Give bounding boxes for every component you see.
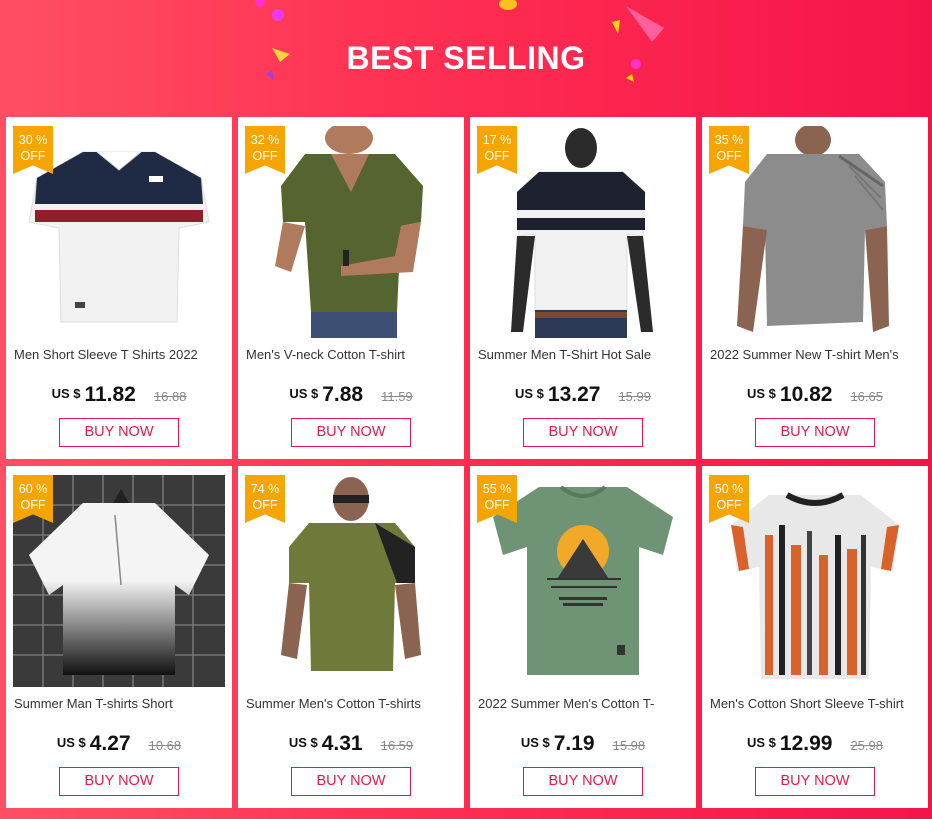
product-card[interactable]: 30 % OFF Men Short Sleeve T Shirts 2022 U… [6, 117, 232, 459]
product-name[interactable]: 2022 Summer New T-shirt Men's [710, 347, 922, 362]
buy-now-button[interactable]: BUY NOW [523, 418, 643, 447]
currency-label: US $ [289, 386, 319, 401]
product-name[interactable]: Men's V-neck Cotton T-shirt [246, 347, 458, 362]
product-name[interactable]: 2022 Summer Men's Cotton T- [478, 696, 690, 711]
buy-now-button[interactable]: BUY NOW [291, 418, 411, 447]
currency-label: US $ [51, 386, 81, 401]
price: 7.19 [553, 732, 595, 755]
old-price: 11.59 [381, 389, 413, 404]
old-price: 16.65 [850, 389, 883, 404]
currency-label: US $ [514, 386, 544, 401]
page-title: BEST SELLING [346, 40, 586, 76]
currency-label: US $ [56, 735, 86, 750]
buy-now-button[interactable]: BUY NOW [291, 767, 411, 796]
product-name[interactable]: Summer Man T-shirts Short [14, 696, 226, 711]
product-card[interactable]: 32 % OFF Men's V-neck Cotton T-shirt US $… [238, 117, 464, 459]
product-name[interactable]: Summer Men's Cotton T-shirts [246, 696, 458, 711]
currency-label: US $ [746, 386, 776, 401]
product-card[interactable]: 35 % OFF 2022 Summer New T-shirt Men's US… [702, 117, 928, 459]
product-name[interactable]: Summer Men T-Shirt Hot Sale [478, 347, 690, 362]
price: 12.99 [779, 732, 833, 755]
price: 4.27 [89, 732, 131, 755]
product-name[interactable]: Men's Cotton Short Sleeve T-shirt [710, 696, 922, 711]
price-row: US $4.31 16.59 [238, 732, 464, 756]
price: 7.88 [322, 383, 364, 406]
price-row: US $4.27 10.68 [6, 732, 232, 756]
price-row: US $7.88 11.59 [238, 383, 464, 407]
old-price: 16.88 [153, 389, 187, 404]
price: 11.82 [84, 383, 136, 406]
old-price: 15.99 [618, 389, 651, 404]
price: 10.82 [779, 383, 833, 406]
old-price: 15.98 [612, 738, 646, 753]
product-card[interactable]: 50 % OFF Men's Cotton Short Sleeve T-shir… [702, 466, 928, 808]
price-row: US $13.27 15.99 [470, 383, 696, 407]
buy-now-button[interactable]: BUY NOW [59, 418, 179, 447]
price: 13.27 [547, 383, 601, 406]
price: 4.31 [321, 732, 363, 755]
old-price: 16.59 [380, 738, 414, 753]
currency-label: US $ [746, 735, 776, 750]
old-price: 10.68 [148, 738, 182, 753]
buy-now-button[interactable]: BUY NOW [755, 418, 875, 447]
product-name[interactable]: Men Short Sleeve T Shirts 2022 [14, 347, 226, 362]
currency-label: US $ [288, 735, 318, 750]
product-card[interactable]: 55 % OFF 2022 Summer Men's Cotton T- US $… [470, 466, 696, 808]
product-card[interactable]: 17 % OFF Summer Men T-Shirt Hot Sale US $… [470, 117, 696, 459]
price-row: US $11.82 16.88 [6, 383, 232, 407]
old-price: 25.98 [850, 738, 883, 753]
price-row: US $10.82 16.65 [702, 383, 928, 407]
buy-now-button[interactable]: BUY NOW [523, 767, 643, 796]
buy-now-button[interactable]: BUY NOW [59, 767, 179, 796]
buy-now-button[interactable]: BUY NOW [755, 767, 875, 796]
price-row: US $12.99 25.98 [702, 732, 928, 756]
price-row: US $7.19 15.98 [470, 732, 696, 756]
product-card[interactable]: 60 % OFF Summer Man T-shirts Short US $4.… [6, 466, 232, 808]
currency-label: US $ [520, 735, 550, 750]
product-card[interactable]: 74 % OFF Summer Men's Cotton T-shirts US … [238, 466, 464, 808]
